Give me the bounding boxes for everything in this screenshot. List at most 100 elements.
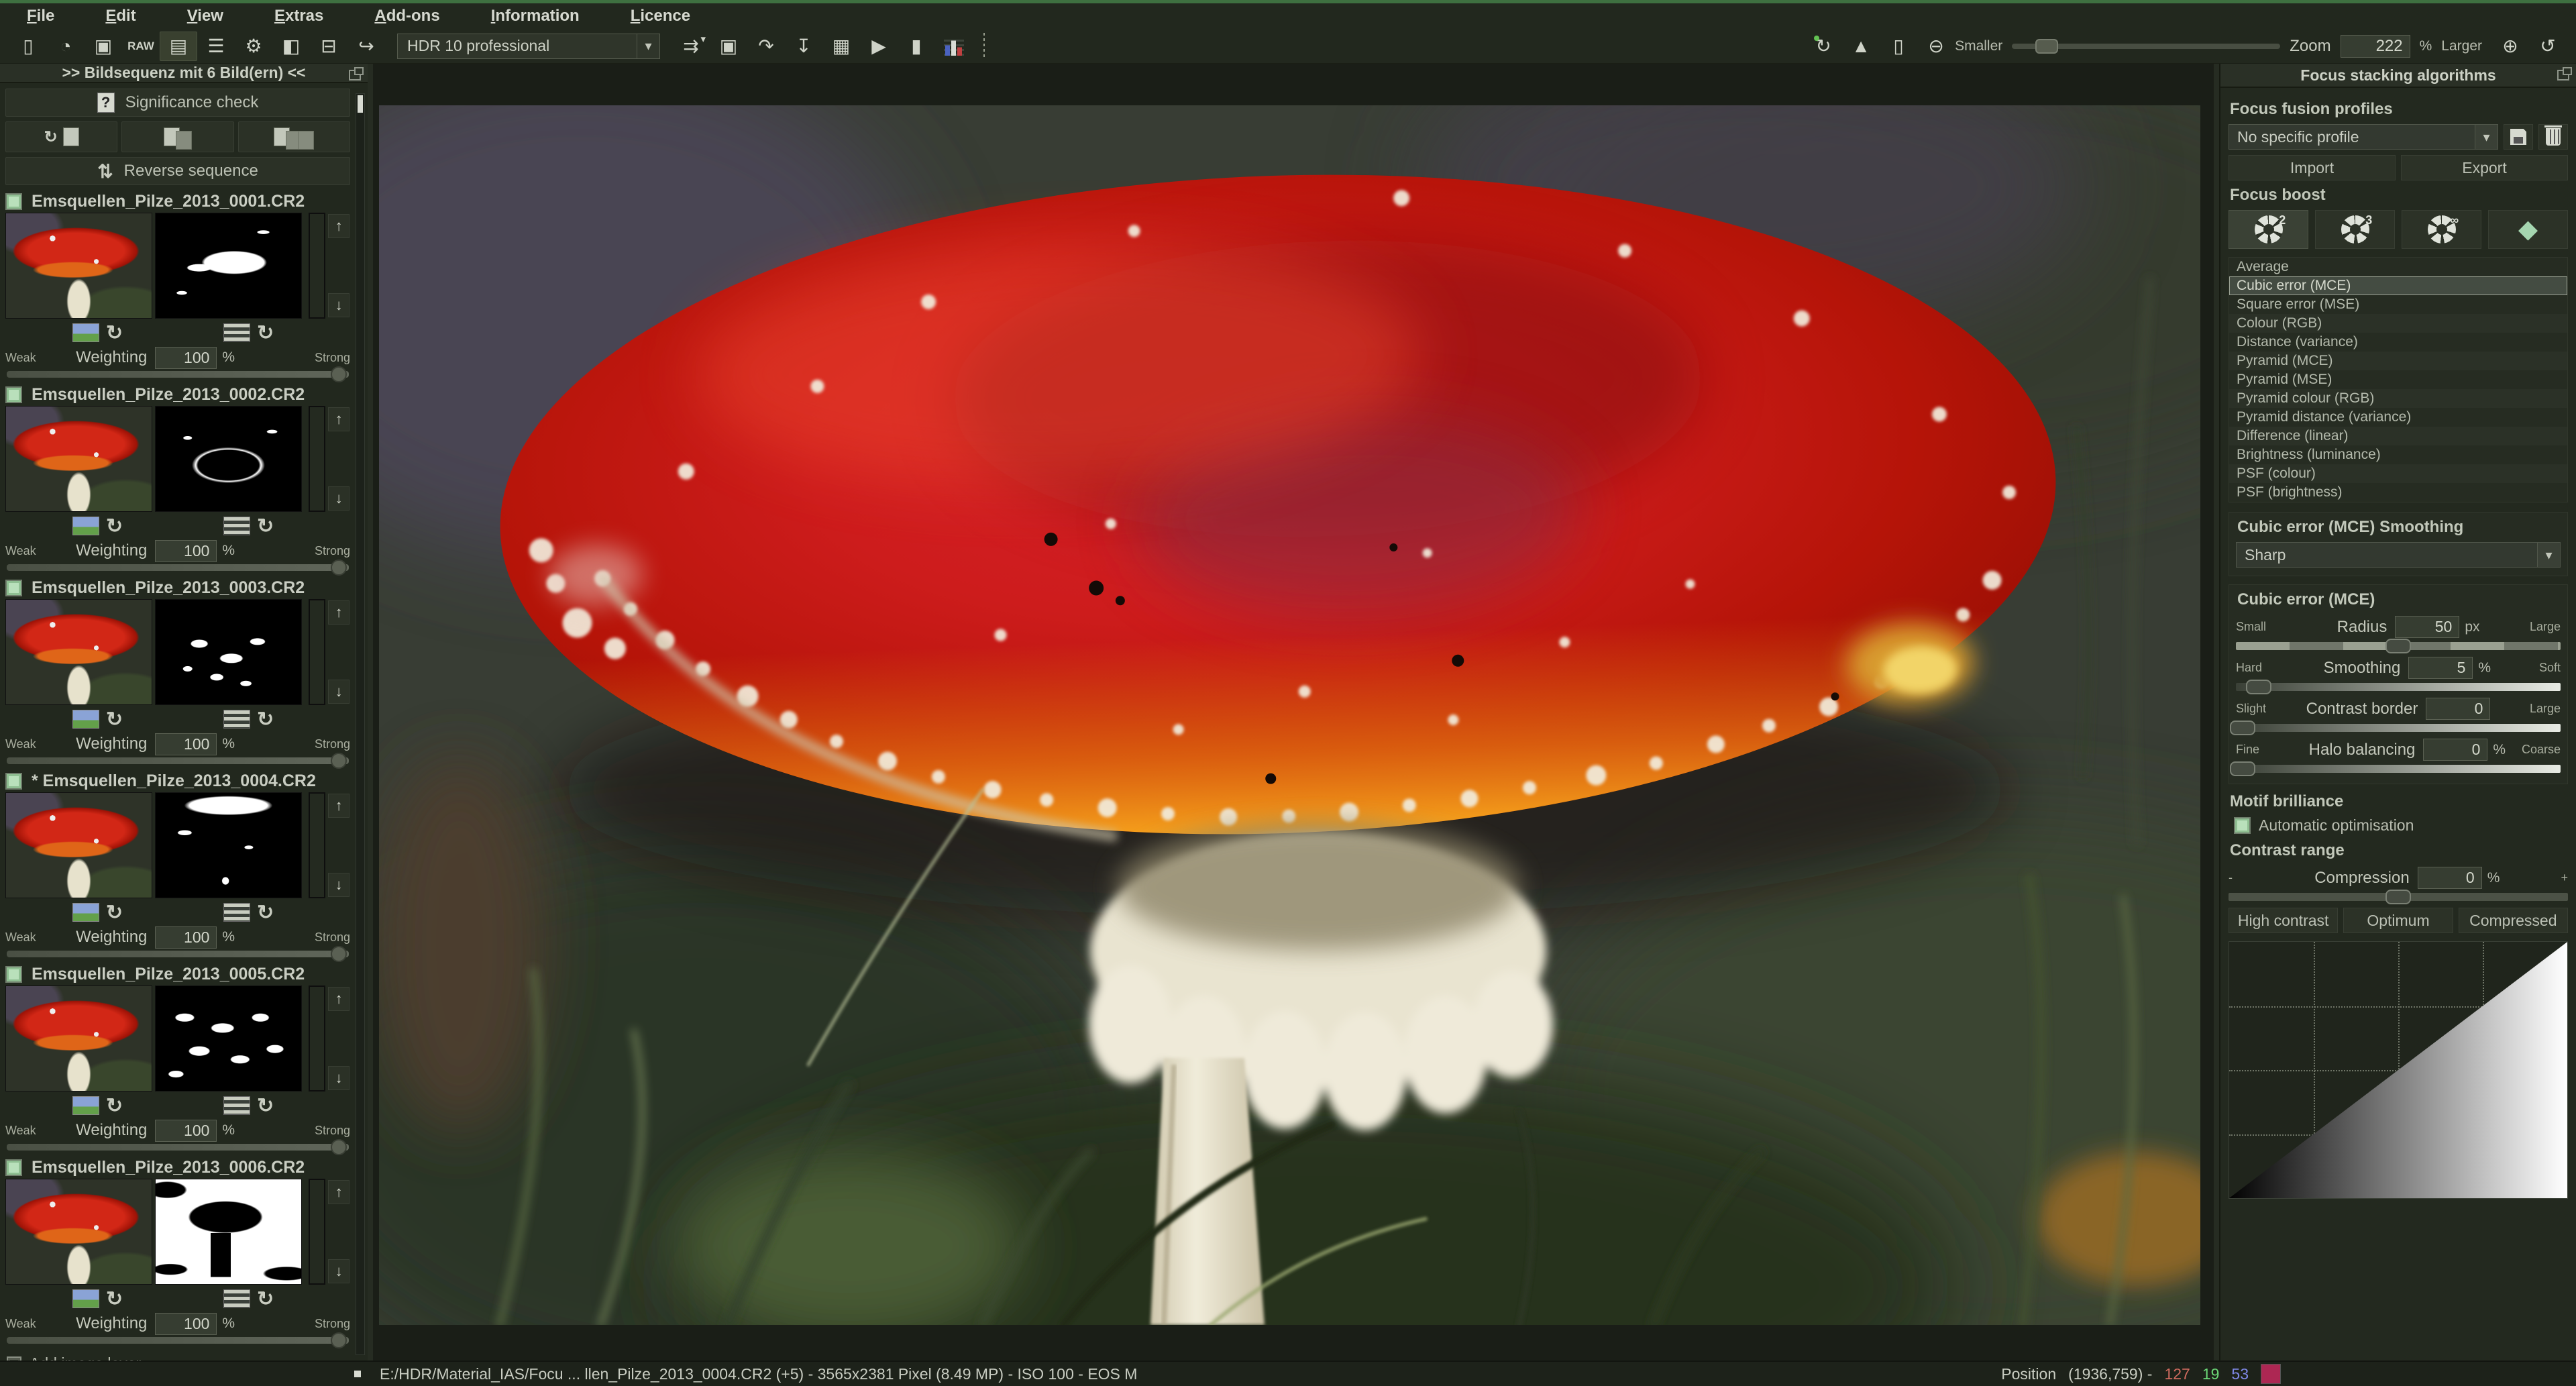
automatic-optimisation-checkbox[interactable]: Automatic optimisation: [2234, 816, 2568, 835]
exposure-gauge-icon[interactable]: ▮: [898, 32, 935, 61]
sidebar-scrollbar[interactable]: [356, 93, 365, 1355]
move-down-button[interactable]: ↓: [328, 680, 350, 704]
algorithm-option[interactable]: PSF (colour): [2229, 464, 2567, 483]
copy-images-icon[interactable]: ▣: [710, 32, 747, 61]
pair-view-button[interactable]: [121, 121, 233, 152]
move-down-button[interactable]: ↓: [328, 293, 350, 317]
photo-view-icon[interactable]: [72, 710, 99, 729]
mask-view-icon[interactable]: [223, 323, 250, 342]
weighting-value-input[interactable]: 100: [155, 1120, 217, 1142]
slider-value-input[interactable]: 0: [2426, 698, 2490, 720]
histogram-icon[interactable]: [935, 32, 973, 61]
algorithm-option[interactable]: Brightness (luminance): [2229, 445, 2567, 464]
weighting-slider-thumb[interactable]: [331, 366, 347, 382]
move-down-button[interactable]: ↓: [328, 1259, 350, 1283]
mask-view-icon[interactable]: [223, 517, 250, 535]
chevron-down-icon[interactable]: ▾: [637, 34, 659, 58]
copy-project-icon[interactable]: ▣: [85, 32, 122, 61]
weighting-slider-thumb[interactable]: [331, 946, 347, 962]
undock-panel-icon[interactable]: [349, 70, 361, 81]
image-thumbnail[interactable]: [5, 1179, 152, 1285]
move-up-button[interactable]: ↑: [328, 794, 350, 818]
menu-item-information[interactable]: Information: [491, 7, 580, 25]
slider-thumb[interactable]: [2230, 761, 2255, 776]
algorithm-option[interactable]: Distance (variance): [2229, 333, 2567, 352]
refresh-preview-icon[interactable]: ↻: [1805, 32, 1842, 61]
reload-photo-button[interactable]: ↻: [106, 321, 123, 345]
reload-photo-button[interactable]: ↻: [106, 708, 123, 731]
focus-boost-3-button[interactable]: 3: [2315, 210, 2395, 249]
weighting-value-input[interactable]: 100: [155, 540, 217, 562]
project-type-select[interactable]: HDR 10 professional ▾: [397, 34, 660, 59]
mask-thumbnail[interactable]: [155, 406, 302, 512]
weighting-value-input[interactable]: 100: [155, 1313, 217, 1335]
share-icon[interactable]: ↪: [347, 32, 385, 61]
weighting-slider-thumb[interactable]: [331, 559, 347, 576]
algorithm-option[interactable]: Pyramid (MCE): [2229, 352, 2567, 370]
slider-thumb[interactable]: [2230, 721, 2255, 735]
raw-import-icon[interactable]: RAW: [122, 32, 160, 61]
contrast-mode-optimum[interactable]: Optimum: [2343, 908, 2453, 933]
move-up-button[interactable]: ↑: [328, 214, 350, 238]
algorithm-option[interactable]: Pyramid distance (variance): [2229, 408, 2567, 427]
rotate-view-icon[interactable]: ↺: [2529, 32, 2567, 61]
slider-track[interactable]: [2236, 724, 2561, 732]
mask-thumbnail[interactable]: [155, 792, 302, 898]
zoom-value-input[interactable]: 222: [2341, 35, 2410, 58]
save-profile-button[interactable]: [2504, 124, 2533, 150]
move-up-button[interactable]: ↑: [328, 600, 350, 625]
triple-view-button[interactable]: [238, 121, 350, 152]
weighting-slider[interactable]: [7, 1144, 349, 1151]
reverse-sequence-button[interactable]: ⇅ Reverse sequence: [5, 157, 350, 185]
history-icon[interactable]: ◔: [47, 32, 85, 61]
photo-view-icon[interactable]: [72, 323, 99, 342]
weighting-slider[interactable]: [7, 564, 349, 571]
photo-view-icon[interactable]: [72, 1096, 99, 1115]
new-project-icon[interactable]: ▯: [9, 32, 47, 61]
focus-boost-diamond-button[interactable]: ◆: [2488, 210, 2568, 249]
mask-thumbnail[interactable]: [155, 599, 302, 705]
chevron-down-icon[interactable]: ▾: [2537, 543, 2560, 567]
algorithm-option[interactable]: Cubic error (MCE): [2229, 276, 2567, 295]
photo-view-icon[interactable]: [72, 517, 99, 535]
mask-view-icon[interactable]: [223, 710, 250, 729]
reload-photo-button[interactable]: ↻: [106, 515, 123, 538]
weighting-slider-thumb[interactable]: [331, 1139, 347, 1155]
delete-profile-button[interactable]: [2538, 124, 2568, 150]
weighting-slider[interactable]: [7, 371, 349, 378]
weighting-value-input[interactable]: 100: [155, 347, 217, 369]
smoothing-select[interactable]: Sharp ▾: [2236, 542, 2561, 568]
image-sequence-icon[interactable]: ▤: [160, 32, 197, 61]
algorithm-option[interactable]: Difference (linear): [2229, 427, 2567, 445]
focus-boost-2-button[interactable]: 2: [2229, 210, 2308, 249]
slider-track[interactable]: [2236, 683, 2561, 691]
slider-track[interactable]: [2236, 765, 2561, 773]
slider-value-input[interactable]: 50: [2395, 616, 2459, 638]
menu-item-file[interactable]: File: [27, 7, 54, 25]
apply-settings-icon[interactable]: ↷: [747, 32, 785, 61]
menu-item-view[interactable]: View: [187, 7, 223, 25]
algorithm-option[interactable]: Average: [2229, 258, 2567, 276]
move-up-button[interactable]: ↑: [328, 987, 350, 1011]
filmstrip-icon[interactable]: ▦: [822, 32, 860, 61]
reload-mask-button[interactable]: ↻: [257, 1287, 274, 1311]
slider-track[interactable]: [2236, 642, 2561, 650]
weighting-slider[interactable]: [7, 757, 349, 764]
undock-panel-icon[interactable]: [2557, 70, 2569, 81]
zoom-smaller-icon[interactable]: ⊖: [1917, 32, 1955, 61]
mask-view-icon[interactable]: [223, 1096, 250, 1115]
menu-item-licence[interactable]: Licence: [631, 7, 690, 25]
slider-value-input[interactable]: 0: [2418, 867, 2482, 889]
image-enabled-checkbox[interactable]: [5, 193, 22, 210]
reload-mask-button[interactable]: ↻: [257, 1094, 274, 1118]
weighting-slider-thumb[interactable]: [331, 1332, 347, 1348]
batch-processing-icon[interactable]: ⇉▾: [672, 32, 710, 61]
image-thumbnail[interactable]: [5, 599, 152, 705]
book-icon[interactable]: ▯: [1880, 32, 1917, 61]
algorithm-option[interactable]: Pyramid colour (RGB): [2229, 389, 2567, 408]
weighting-slider[interactable]: [7, 951, 349, 957]
menu-item-extras[interactable]: Extras: [274, 7, 323, 25]
reload-photo-button[interactable]: ↻: [106, 901, 123, 924]
profile-select[interactable]: No specific profile ▾: [2229, 124, 2498, 150]
weighting-value-input[interactable]: 100: [155, 733, 217, 755]
